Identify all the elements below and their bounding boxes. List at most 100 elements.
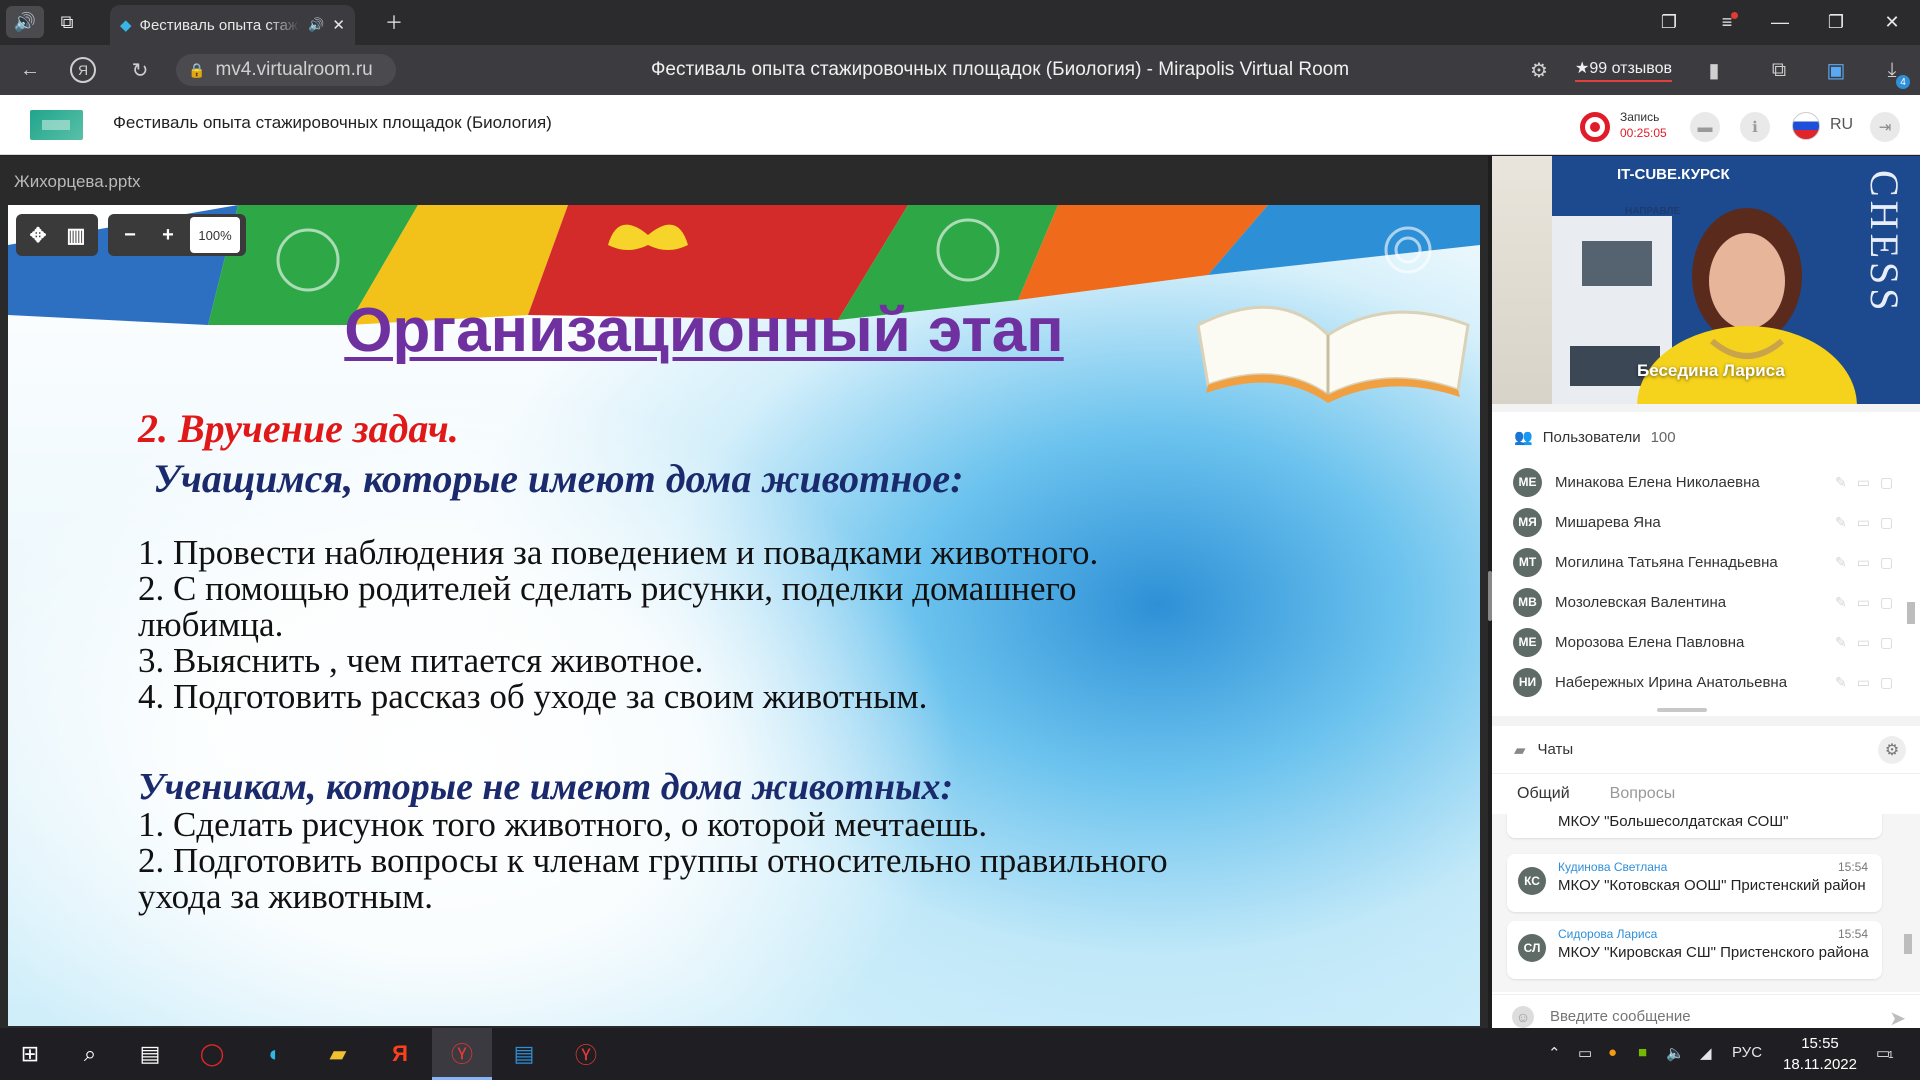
folder-icon[interactable]: ▬ <box>1690 112 1720 142</box>
record-icon[interactable] <box>1580 112 1610 142</box>
menu-icon[interactable]: ≡ <box>1708 6 1746 38</box>
zoom-out-button[interactable]: − <box>114 219 146 251</box>
tab-active[interactable]: ◆ Фестиваль опыта стажировочных площадок… <box>110 5 355 45</box>
screen-icon[interactable]: ▢ <box>1880 554 1893 571</box>
panel-resize-handle[interactable] <box>1657 708 1707 712</box>
user-name: Могилина Татьяна Геннадьевна <box>1555 553 1778 571</box>
camera-icon[interactable]: ▭ <box>1857 594 1870 611</box>
list-item: 3. Выяснить , чем питается животное. <box>138 641 704 680</box>
message-author[interactable]: Кудинова Светлана <box>1558 860 1667 874</box>
reviews-link[interactable]: ★99 отзывов <box>1575 58 1673 82</box>
nvidia-icon[interactable]: ■ <box>1638 1044 1647 1061</box>
tab-general[interactable]: Общий <box>1517 777 1570 811</box>
task-view-icon[interactable]: ▤ <box>120 1028 180 1080</box>
translate-icon[interactable]: ⚙ <box>1525 57 1553 83</box>
tab-audio-icon[interactable]: 🔊 <box>308 17 324 33</box>
language-selector[interactable]: RU <box>1830 116 1853 134</box>
user-row[interactable]: МВ Мозолевская Валентина ✎ ▭ ▢ <box>1492 582 1912 622</box>
search-icon[interactable]: ⌕ <box>60 1028 120 1080</box>
users-header: 👥 Пользователи 100 <box>1492 412 1920 462</box>
tab-close-icon[interactable]: ✕ <box>332 16 345 34</box>
message-time: 15:54 <box>1837 860 1868 874</box>
users-scrollbar[interactable] <box>1904 462 1916 712</box>
yandex-browser-2-icon[interactable]: Ⓨ <box>556 1028 616 1080</box>
screen-icon[interactable]: ▢ <box>1880 594 1893 611</box>
yandex-icon[interactable]: Я <box>70 57 96 83</box>
camera-icon[interactable]: ▭ <box>1857 674 1870 691</box>
user-row[interactable]: МЕ Минакова Елена Николаевна ✎ ▭ ▢ <box>1492 462 1912 502</box>
user-row[interactable]: МЕ Морозова Елена Павловна ✎ ▭ ▢ <box>1492 622 1912 662</box>
yandex-browser-icon[interactable]: Ⓨ <box>432 1028 492 1080</box>
zoom-level[interactable]: 100% <box>190 217 240 253</box>
bookmark-icon[interactable]: ▮ <box>1700 57 1728 83</box>
message-input[interactable] <box>1550 1008 1870 1025</box>
mic-icon[interactable]: ✎ <box>1835 594 1847 611</box>
user-row[interactable]: МЯ Мишарева Яна ✎ ▭ ▢ <box>1492 502 1912 542</box>
slide-content: Организационный этап 2. Вручение задач. … <box>8 205 1480 1026</box>
clock-date[interactable]: 18.11.2022 <box>1780 1056 1860 1073</box>
language-indicator[interactable]: РУС <box>1732 1044 1762 1061</box>
chats-title: Чаты <box>1537 741 1574 758</box>
downloads-icon[interactable]: ⤓ 4 <box>1878 57 1910 89</box>
screen-icon[interactable]: ▢ <box>1880 634 1893 651</box>
tab-questions[interactable]: Вопросы <box>1610 777 1676 811</box>
camera-icon[interactable]: ▭ <box>1857 554 1870 571</box>
flag-ru-icon[interactable] <box>1792 112 1820 140</box>
battery-icon[interactable]: ▭ <box>1578 1044 1592 1062</box>
camera-icon[interactable]: ▭ <box>1857 514 1870 531</box>
chat-scrollbar[interactable] <box>1904 934 1912 954</box>
scroll-thumb[interactable] <box>1907 602 1915 624</box>
mic-icon[interactable]: ✎ <box>1835 554 1847 571</box>
message-author[interactable]: Сидорова Лариса <box>1558 927 1657 941</box>
edge-icon[interactable]: ◐ <box>245 1028 305 1080</box>
new-tab-button[interactable]: ＋ <box>375 6 413 38</box>
speaker-icon[interactable]: 🔊 <box>6 6 44 38</box>
mic-icon[interactable]: ✎ <box>1835 674 1847 691</box>
minimize-button[interactable]: — <box>1752 0 1808 45</box>
opera-icon[interactable]: ◯ <box>182 1028 242 1080</box>
collections-icon[interactable]: ❐ <box>1650 6 1688 38</box>
volume-icon[interactable]: 🔈 <box>1666 1044 1685 1062</box>
antivirus-icon[interactable]: ● <box>1608 1044 1617 1061</box>
avatar: МВ <box>1513 587 1542 617</box>
avatar: МЕ <box>1513 467 1542 497</box>
move-icon[interactable]: ✥ <box>22 219 54 251</box>
close-window-button[interactable]: ✕ <box>1864 0 1920 45</box>
record-time: 00:25:05 <box>1620 126 1667 140</box>
url-field[interactable]: 🔒 mv4.virtualroom.ru <box>176 54 396 86</box>
extension-icon[interactable]: ▣ <box>1822 57 1850 83</box>
tray-expand-icon[interactable]: ⌃ <box>1548 1044 1561 1062</box>
mic-icon[interactable]: ✎ <box>1835 634 1847 651</box>
exit-icon[interactable]: ⇥ <box>1870 112 1900 142</box>
back-icon[interactable]: ← <box>16 57 44 83</box>
chat-settings-icon[interactable]: ⚙ <box>1878 736 1906 764</box>
screen-icon[interactable]: ▢ <box>1880 674 1893 691</box>
document-icon[interactable]: ▤ <box>494 1028 554 1080</box>
zoom-in-button[interactable]: + <box>152 219 184 251</box>
fit-icon[interactable]: ▥ <box>60 219 92 251</box>
avatar: МТ <box>1513 547 1542 577</box>
screen-icon[interactable]: ▢ <box>1880 474 1893 491</box>
yandex-icon[interactable]: Я <box>370 1028 430 1080</box>
camera-icon[interactable]: ▭ <box>1857 474 1870 491</box>
mic-icon[interactable]: ✎ <box>1835 474 1847 491</box>
speaker-video: IT-CUBE.КУРСК НАПРАВЛЕ CHESS Беседина Ла… <box>1492 156 1920 404</box>
screen-icon[interactable]: ▢ <box>1880 514 1893 531</box>
emoji-icon[interactable]: ☺ <box>1512 1005 1534 1028</box>
network-icon[interactable]: ◢ <box>1700 1044 1712 1062</box>
info-icon[interactable]: ℹ <box>1740 112 1770 142</box>
reload-icon[interactable]: ↻ <box>126 57 154 83</box>
restore-button[interactable]: ❐ <box>1808 0 1864 45</box>
collections-sidebar-icon[interactable]: ⧉ <box>1765 57 1793 83</box>
new-window-icon[interactable]: ⧉ <box>48 6 86 38</box>
notifications-icon[interactable]: ▭ 1 <box>1876 1044 1894 1062</box>
user-row[interactable]: НИ Набережных Ирина Анатольевна ✎ ▭ ▢ <box>1492 662 1912 702</box>
task-list-without-pets: 1. Сделать рисунок того животного, о кот… <box>138 807 1188 915</box>
avatar: СЛ <box>1518 934 1546 962</box>
mic-icon[interactable]: ✎ <box>1835 514 1847 531</box>
start-icon[interactable]: ⊞ <box>0 1028 60 1080</box>
camera-icon[interactable]: ▭ <box>1857 634 1870 651</box>
explorer-icon[interactable]: ▰ <box>308 1028 368 1080</box>
user-row[interactable]: МТ Могилина Татьяна Геннадьевна ✎ ▭ ▢ <box>1492 542 1912 582</box>
clock-time[interactable]: 15:55 <box>1790 1035 1850 1052</box>
